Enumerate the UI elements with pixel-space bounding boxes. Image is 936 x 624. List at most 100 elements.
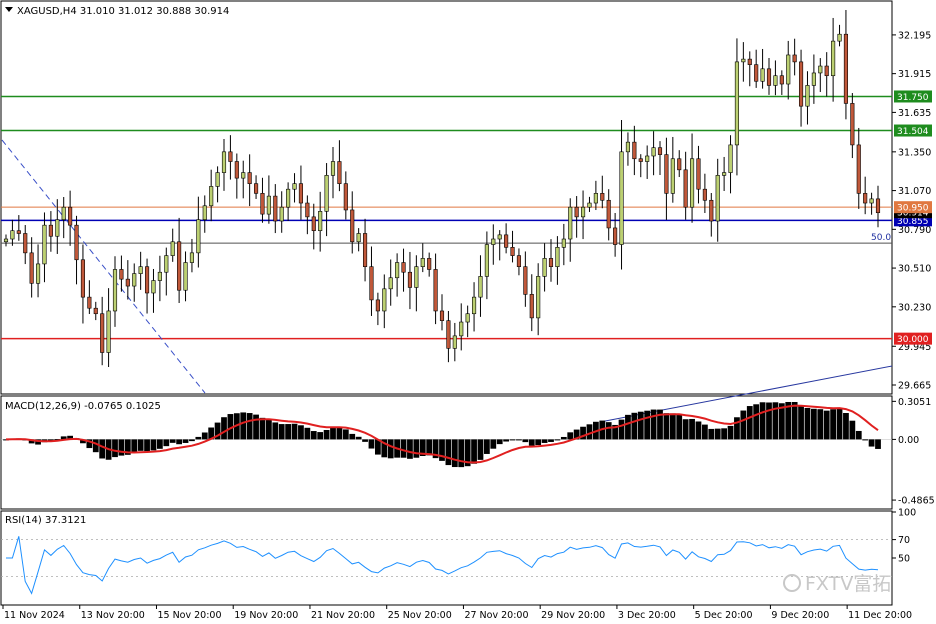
candle-body[interactable] bbox=[645, 155, 650, 162]
candle-body[interactable] bbox=[741, 58, 746, 63]
candle-body[interactable] bbox=[318, 211, 323, 232]
candle-body[interactable] bbox=[228, 151, 233, 162]
candle-body[interactable] bbox=[151, 280, 156, 294]
candle-body[interactable] bbox=[638, 158, 643, 162]
candle-body[interactable] bbox=[279, 206, 284, 222]
candle-body[interactable] bbox=[798, 61, 804, 107]
candle-body[interactable] bbox=[356, 233, 361, 243]
candle-body[interactable] bbox=[177, 241, 182, 291]
candle-body[interactable] bbox=[234, 161, 239, 179]
candle-body[interactable] bbox=[420, 258, 425, 267]
candle-body[interactable] bbox=[74, 224, 79, 261]
candle-body[interactable] bbox=[106, 310, 111, 353]
candle-body[interactable] bbox=[613, 227, 618, 245]
candle-body[interactable] bbox=[850, 103, 855, 146]
candle-body[interactable] bbox=[484, 244, 489, 277]
candle-body[interactable] bbox=[273, 195, 278, 222]
candle-body[interactable] bbox=[202, 205, 207, 220]
candle-body[interactable] bbox=[709, 199, 714, 222]
candle-body[interactable] bbox=[87, 296, 92, 309]
candle-body[interactable] bbox=[760, 68, 765, 82]
candle-body[interactable] bbox=[536, 276, 541, 319]
candle-body[interactable] bbox=[491, 238, 496, 245]
candle-body[interactable] bbox=[580, 206, 586, 218]
candle-body[interactable] bbox=[702, 188, 707, 201]
candle-body[interactable] bbox=[831, 40, 836, 77]
candle-body[interactable] bbox=[138, 266, 143, 274]
candle-body[interactable] bbox=[144, 266, 150, 294]
candle-body[interactable] bbox=[555, 247, 560, 267]
candle-body[interactable] bbox=[728, 144, 733, 173]
candle-body[interactable] bbox=[459, 321, 464, 337]
candle-body[interactable] bbox=[843, 33, 849, 104]
candle-body[interactable] bbox=[824, 65, 829, 77]
candle-body[interactable] bbox=[112, 269, 118, 312]
candle-body[interactable] bbox=[766, 68, 772, 86]
candle-body[interactable] bbox=[337, 161, 342, 184]
candle-body[interactable] bbox=[215, 172, 220, 187]
candle-body[interactable] bbox=[388, 277, 393, 290]
candle-body[interactable] bbox=[16, 230, 21, 234]
candle-body[interactable] bbox=[298, 183, 304, 204]
candle-body[interactable] bbox=[55, 219, 60, 237]
candle-body[interactable] bbox=[266, 195, 271, 215]
candle-body[interactable] bbox=[689, 158, 695, 208]
candle-body[interactable] bbox=[478, 276, 483, 298]
candle-body[interactable] bbox=[452, 335, 457, 349]
candle-body[interactable] bbox=[869, 198, 874, 204]
candle-body[interactable] bbox=[516, 255, 522, 267]
candle-body[interactable] bbox=[657, 147, 663, 155]
candle-body[interactable] bbox=[471, 296, 477, 315]
candle-body[interactable] bbox=[362, 233, 368, 267]
candle-body[interactable] bbox=[504, 234, 509, 248]
candle-body[interactable] bbox=[48, 224, 53, 237]
candle-body[interactable] bbox=[68, 206, 73, 226]
candle-body[interactable] bbox=[157, 271, 162, 281]
candle-body[interactable] bbox=[395, 262, 400, 279]
candle-body[interactable] bbox=[664, 154, 669, 194]
candle-body[interactable] bbox=[23, 233, 28, 254]
candle-body[interactable] bbox=[856, 144, 861, 194]
candle-body[interactable] bbox=[439, 310, 445, 321]
candle-body[interactable] bbox=[773, 75, 778, 86]
candle-body[interactable] bbox=[286, 188, 291, 208]
candle-body[interactable] bbox=[247, 172, 252, 184]
candle-body[interactable] bbox=[587, 202, 592, 208]
candle-body[interactable] bbox=[465, 313, 470, 323]
candle-body[interactable] bbox=[324, 175, 329, 212]
candle-body[interactable] bbox=[619, 151, 624, 245]
candle-body[interactable] bbox=[343, 183, 348, 211]
candle-body[interactable] bbox=[29, 252, 34, 284]
trading-chart[interactable]: 50.0 32.19531.91531.63531.35031.07030.79… bbox=[0, 0, 936, 624]
candle-body[interactable] bbox=[196, 219, 201, 254]
candle-body[interactable] bbox=[221, 151, 227, 173]
candle-body[interactable] bbox=[805, 85, 810, 107]
candle-body[interactable] bbox=[164, 255, 169, 273]
candle-body[interactable] bbox=[375, 299, 380, 312]
candle-body[interactable] bbox=[510, 247, 515, 256]
candle-body[interactable] bbox=[209, 186, 214, 207]
candle-body[interactable] bbox=[241, 172, 246, 179]
candle-body[interactable] bbox=[548, 258, 554, 267]
candle-body[interactable] bbox=[93, 307, 98, 315]
candle-body[interactable] bbox=[837, 33, 842, 42]
candle-body[interactable] bbox=[779, 75, 784, 85]
candle-body[interactable] bbox=[311, 216, 316, 232]
candle-body[interactable] bbox=[568, 206, 573, 240]
candle-body[interactable] bbox=[183, 262, 188, 291]
candle-body[interactable] bbox=[407, 271, 413, 288]
candle-body[interactable] bbox=[747, 58, 752, 65]
candle-body[interactable] bbox=[119, 269, 124, 280]
candle-body[interactable] bbox=[818, 65, 823, 74]
candle-body[interactable] bbox=[427, 258, 432, 270]
candle-body[interactable] bbox=[369, 266, 374, 301]
candle-body[interactable] bbox=[811, 72, 816, 86]
candle-body[interactable] bbox=[561, 238, 566, 248]
candle-body[interactable] bbox=[875, 198, 881, 214]
candle-body[interactable] bbox=[35, 263, 41, 284]
candle-body[interactable] bbox=[670, 158, 675, 194]
candle-body[interactable] bbox=[606, 199, 611, 229]
candle-body[interactable] bbox=[61, 206, 66, 220]
candle-body[interactable] bbox=[330, 161, 336, 176]
candle-body[interactable] bbox=[401, 262, 406, 273]
